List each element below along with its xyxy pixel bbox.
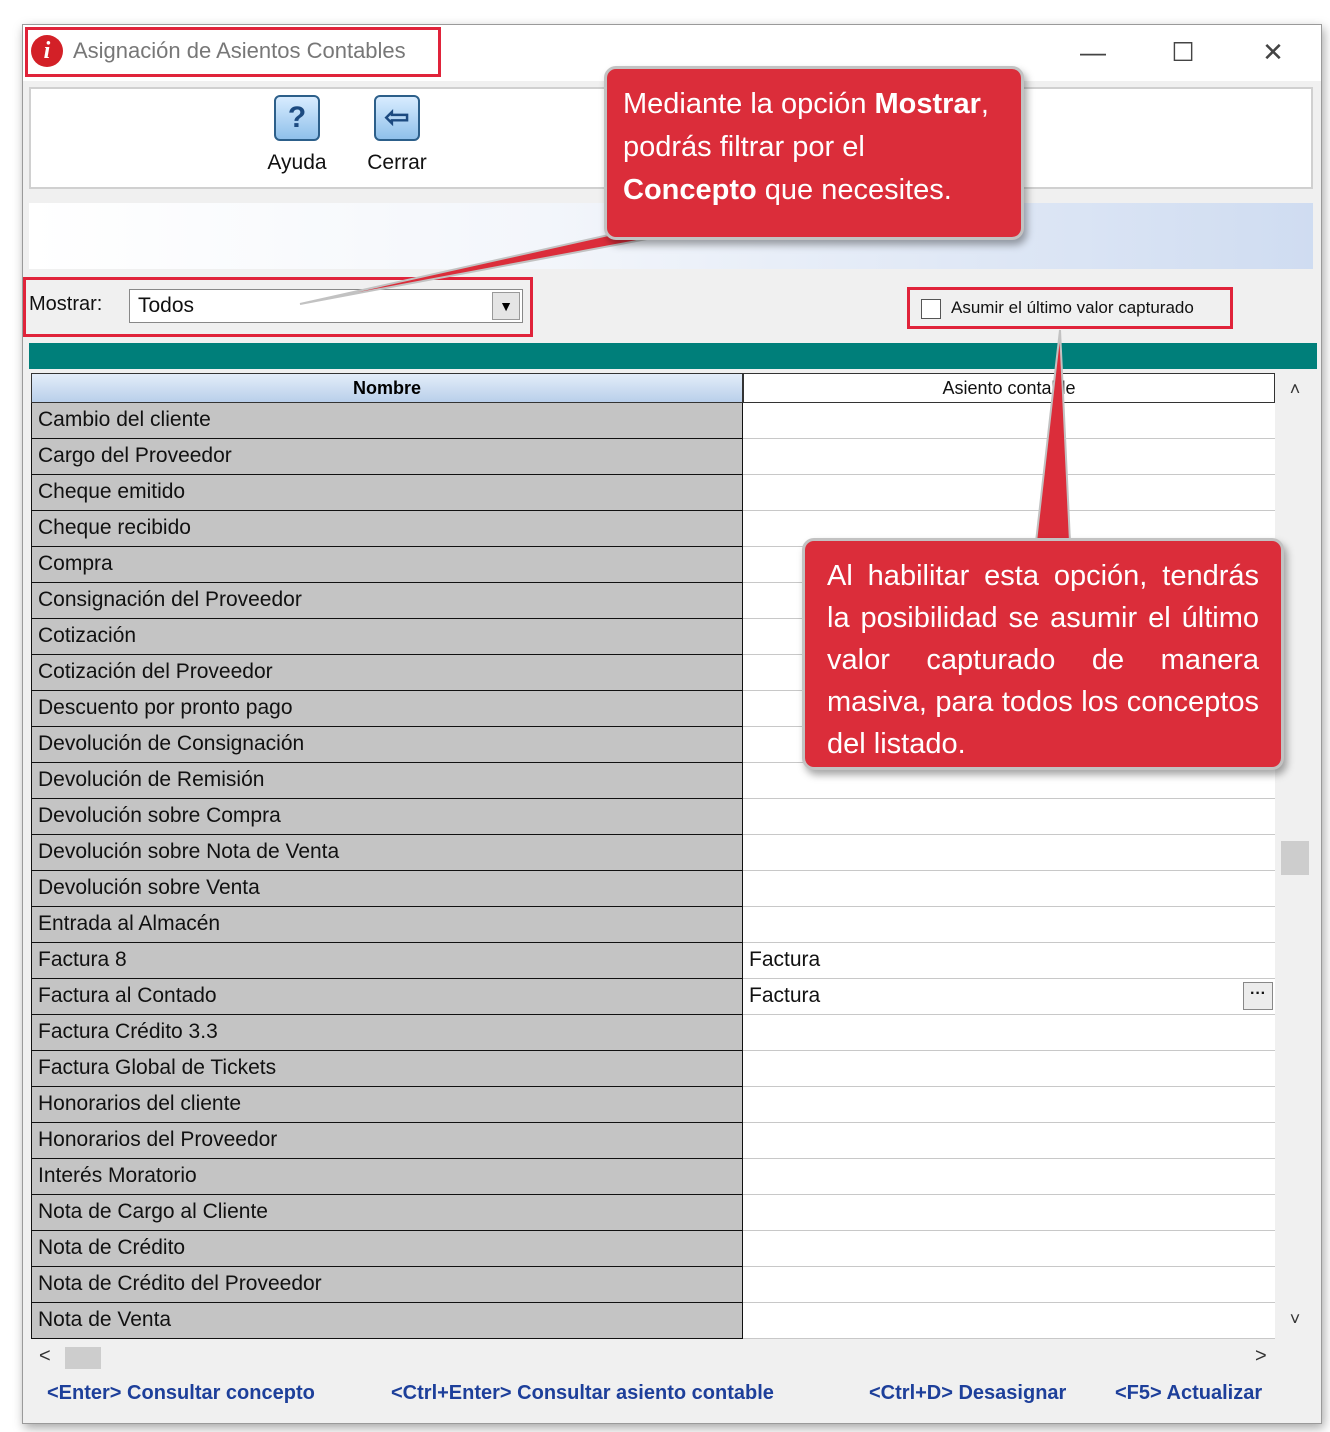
- minimize-button[interactable]: —: [1065, 31, 1121, 73]
- ellipsis-button[interactable]: ···: [1243, 982, 1273, 1010]
- cell-nombre[interactable]: Honorarios del Proveedor: [31, 1123, 743, 1159]
- cell-nombre[interactable]: Interés Moratorio: [31, 1159, 743, 1195]
- shortcut-desasignar[interactable]: <Ctrl+D> Desasignar: [869, 1382, 1066, 1405]
- table-row[interactable]: Factura 8 Factura: [31, 943, 1275, 979]
- cell-nombre[interactable]: Descuento por pronto pago: [31, 691, 743, 727]
- cell-asiento-text: Factura: [749, 948, 821, 971]
- cell-nombre[interactable]: Entrada al Almacén: [31, 907, 743, 943]
- cell-nombre[interactable]: Cheque recibido: [31, 511, 743, 547]
- close-button[interactable]: ✕: [1245, 31, 1301, 73]
- shortcut-consultar-concepto[interactable]: <Enter> Consultar concepto: [47, 1382, 315, 1405]
- shortcut-consultar-asiento[interactable]: <Ctrl+Enter> Consultar asiento contable: [391, 1382, 774, 1405]
- cell-asiento-contable[interactable]: Factura ···: [743, 979, 1275, 1015]
- cell-nombre[interactable]: Devolución sobre Compra: [31, 799, 743, 835]
- cell-nombre[interactable]: Factura Global de Tickets: [31, 1051, 743, 1087]
- vertical-scrollbar[interactable]: ˄ ˅: [1279, 373, 1311, 1339]
- asumir-callout: Al habilitar esta opción, tendrás la pos…: [802, 538, 1284, 770]
- table-row[interactable]: Interés Moratorio: [31, 1159, 1275, 1195]
- table-row[interactable]: Factura Global de Tickets: [31, 1051, 1275, 1087]
- table-row[interactable]: Honorarios del cliente: [31, 1087, 1275, 1123]
- table-row[interactable]: Cambio del cliente: [31, 403, 1275, 439]
- mostrar-callout-text-3: que necesites.: [756, 174, 952, 206]
- mostrar-callout: Mediante la opción Mostrar, podrás filtr…: [604, 66, 1024, 240]
- table-row[interactable]: Nota de Crédito del Proveedor: [31, 1267, 1275, 1303]
- help-label: Ayuda: [267, 151, 327, 174]
- column-header-asiento[interactable]: Asiento contable: [743, 373, 1275, 403]
- exit-door-icon: ⇦: [374, 95, 420, 141]
- table-row[interactable]: Factura Crédito 3.3: [31, 1015, 1275, 1051]
- table-row[interactable]: Nota de Cargo al Cliente: [31, 1195, 1275, 1231]
- cell-nombre[interactable]: Cheque emitido: [31, 475, 743, 511]
- checkbox-highlight-box: [907, 287, 1233, 329]
- cell-asiento-contable[interactable]: [743, 439, 1275, 475]
- cell-nombre[interactable]: Factura 8: [31, 943, 743, 979]
- title-highlight-box: [25, 27, 441, 77]
- cell-asiento-contable[interactable]: [743, 475, 1275, 511]
- vertical-scroll-thumb[interactable]: [1281, 841, 1309, 875]
- cell-asiento-contable[interactable]: [743, 1195, 1275, 1231]
- table-row[interactable]: Cargo del Proveedor: [31, 439, 1275, 475]
- cell-nombre[interactable]: Nota de Crédito del Proveedor: [31, 1267, 743, 1303]
- teal-header-band: [29, 343, 1317, 369]
- cell-nombre[interactable]: Consignación del Proveedor: [31, 583, 743, 619]
- cell-nombre[interactable]: Nota de Cargo al Cliente: [31, 1195, 743, 1231]
- cell-asiento-contable[interactable]: Factura: [743, 943, 1275, 979]
- scroll-up-icon[interactable]: ˄: [1279, 379, 1311, 403]
- mostrar-callout-bold-2: Concepto: [623, 174, 757, 206]
- horizontal-scroll-thumb[interactable]: [65, 1347, 101, 1369]
- maximize-button[interactable]: ☐: [1155, 31, 1211, 73]
- table-row[interactable]: Devolución sobre Nota de Venta: [31, 835, 1275, 871]
- cell-nombre[interactable]: Compra: [31, 547, 743, 583]
- table-row[interactable]: Cheque emitido: [31, 475, 1275, 511]
- help-button[interactable]: ? Ayuda: [257, 95, 337, 175]
- table-row[interactable]: Factura al Contado Factura ···: [31, 979, 1275, 1015]
- cell-nombre[interactable]: Honorarios del cliente: [31, 1087, 743, 1123]
- cell-nombre[interactable]: Nota de Venta: [31, 1303, 743, 1339]
- table-row[interactable]: Nota de Crédito: [31, 1231, 1275, 1267]
- cell-nombre[interactable]: Devolución sobre Nota de Venta: [31, 835, 743, 871]
- cell-asiento-text: Factura: [749, 984, 821, 1007]
- cell-nombre[interactable]: Factura al Contado: [31, 979, 743, 1015]
- cell-asiento-contable[interactable]: [743, 1015, 1275, 1051]
- table-row[interactable]: Entrada al Almacén: [31, 907, 1275, 943]
- cell-asiento-contable[interactable]: [743, 1303, 1275, 1339]
- shortcut-bar: <Enter> Consultar concepto <Ctrl+Enter> …: [23, 1377, 1321, 1417]
- table-row[interactable]: Nota de Venta: [31, 1303, 1275, 1339]
- cell-asiento-contable[interactable]: [743, 1159, 1275, 1195]
- cell-asiento-contable[interactable]: [743, 1267, 1275, 1303]
- cell-nombre[interactable]: Cotización del Proveedor: [31, 655, 743, 691]
- shortcut-actualizar[interactable]: <F5> Actualizar: [1115, 1382, 1262, 1405]
- help-icon: ?: [274, 95, 320, 141]
- cell-nombre[interactable]: Cargo del Proveedor: [31, 439, 743, 475]
- horizontal-scrollbar[interactable]: < >: [31, 1343, 1275, 1373]
- cell-nombre[interactable]: Cotización: [31, 619, 743, 655]
- mostrar-highlight-box: [23, 277, 533, 337]
- cell-nombre[interactable]: Factura Crédito 3.3: [31, 1015, 743, 1051]
- cell-asiento-contable[interactable]: [743, 871, 1275, 907]
- cell-asiento-contable[interactable]: [743, 799, 1275, 835]
- scroll-down-icon[interactable]: ˅: [1279, 1309, 1311, 1333]
- cell-nombre[interactable]: Cambio del cliente: [31, 403, 743, 439]
- cell-asiento-contable[interactable]: [743, 1087, 1275, 1123]
- mostrar-callout-bold-1: Mostrar: [874, 88, 981, 120]
- column-header-nombre[interactable]: Nombre: [31, 373, 743, 403]
- cell-nombre[interactable]: Devolución de Consignación: [31, 727, 743, 763]
- cell-nombre[interactable]: Devolución sobre Venta: [31, 871, 743, 907]
- cell-asiento-contable[interactable]: [743, 1051, 1275, 1087]
- scroll-right-icon[interactable]: >: [1255, 1345, 1267, 1368]
- scroll-left-icon[interactable]: <: [39, 1345, 51, 1368]
- table-row[interactable]: Devolución sobre Venta: [31, 871, 1275, 907]
- cell-nombre[interactable]: Devolución de Remisión: [31, 763, 743, 799]
- cell-asiento-contable[interactable]: [743, 1123, 1275, 1159]
- close-window-button[interactable]: ⇦ Cerrar: [357, 95, 437, 175]
- cell-asiento-contable[interactable]: [743, 1231, 1275, 1267]
- close-label: Cerrar: [367, 151, 427, 174]
- cell-asiento-contable[interactable]: [743, 403, 1275, 439]
- cell-asiento-contable[interactable]: [743, 835, 1275, 871]
- cell-asiento-contable[interactable]: [743, 907, 1275, 943]
- table-row[interactable]: Devolución sobre Compra: [31, 799, 1275, 835]
- table-row[interactable]: Honorarios del Proveedor: [31, 1123, 1275, 1159]
- mostrar-callout-text-1: Mediante la opción: [623, 88, 875, 120]
- cell-nombre[interactable]: Nota de Crédito: [31, 1231, 743, 1267]
